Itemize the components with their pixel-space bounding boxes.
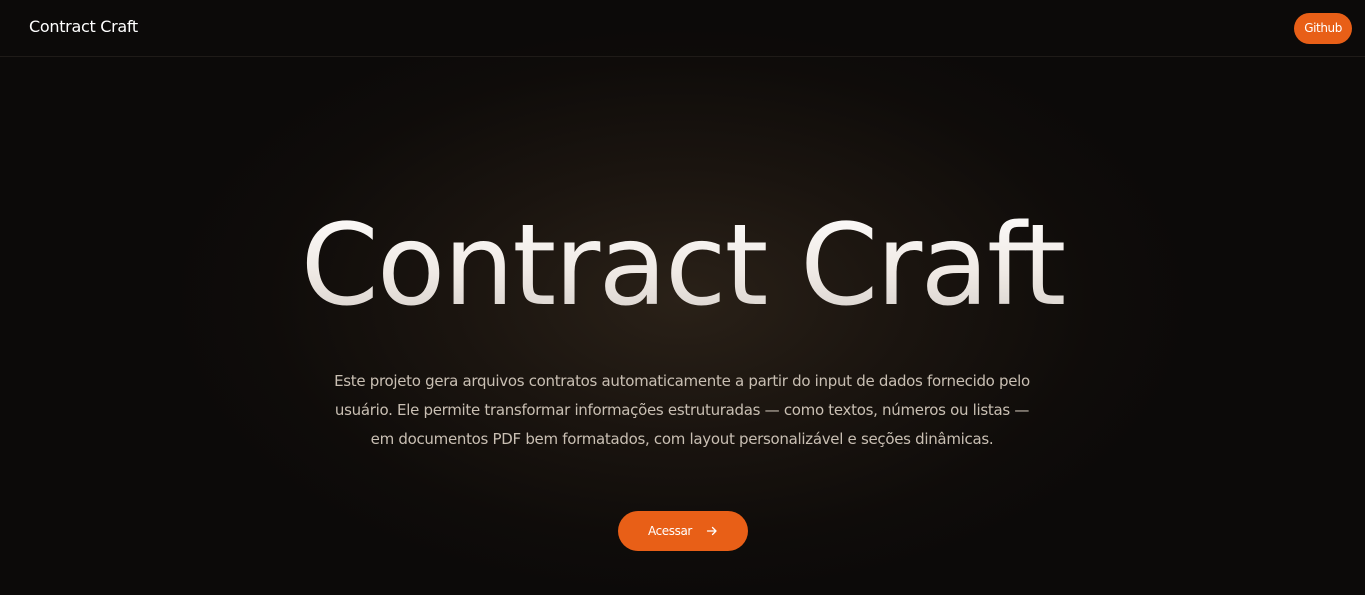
- navbar: Contract Craft Github: [0, 0, 1365, 57]
- hero-title: Contract Craft: [0, 196, 1365, 336]
- arrow-right-icon: [706, 525, 718, 537]
- access-button-label: Acessar: [648, 524, 692, 538]
- access-button[interactable]: Acessar: [618, 511, 748, 551]
- landing-page: Contract Craft Github Contract Craft Est…: [0, 0, 1365, 595]
- brand-logo-text[interactable]: Contract Craft: [29, 17, 138, 36]
- hero-description: Este projeto gera arquivos contratos aut…: [334, 372, 1030, 448]
- github-button[interactable]: Github: [1294, 13, 1352, 44]
